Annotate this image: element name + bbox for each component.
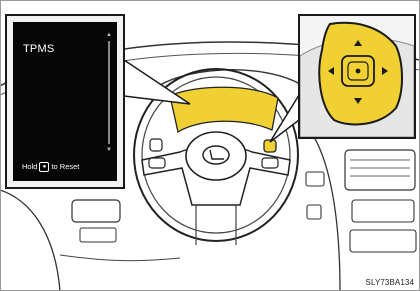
display-title: TPMS [23,43,55,55]
dashboard-illustration: TPMS ▲ ▼ Hold ● to Reset SLY73BA134 [0,0,420,291]
reset-hint: Hold ● to Reset [22,162,79,172]
meter-highlight [169,86,279,134]
right-steering-switch-2 [261,157,279,169]
left-steering-switch [149,138,163,152]
left-lower-dash [59,254,181,262]
meter-display-callout: TPMS ▲ ▼ Hold ● to Reset [5,14,125,189]
hint-prefix: Hold [22,161,38,171]
image-code-label: SLY73BA134 [365,278,414,287]
scroll-track [108,41,110,144]
hint-suffix: to Reset [51,161,80,171]
left-vent [71,199,121,223]
scroll-down-arrow-icon: ▼ [106,147,112,153]
left-door-panel [0,189,61,291]
left-steering-switch-2 [148,157,166,169]
multi-information-display: TPMS ▲ ▼ Hold ● to Reset [13,22,117,181]
controller-callout [298,14,416,139]
climate-panel [349,229,417,253]
center-vent [344,149,416,191]
scroll-up-arrow-icon: ▲ [106,32,112,38]
center-dot-icon [355,68,361,74]
console-switch-2 [306,204,322,220]
left-switch-bank [79,227,117,243]
console-switch [305,171,325,187]
controller-drawing [300,21,414,137]
wheel-hub [185,131,247,181]
enter-key-icon: ● [39,162,50,172]
display-scrollbar: ▲ ▼ [106,32,112,153]
display-callout-pointer [123,58,191,105]
audio-panel [351,199,415,223]
